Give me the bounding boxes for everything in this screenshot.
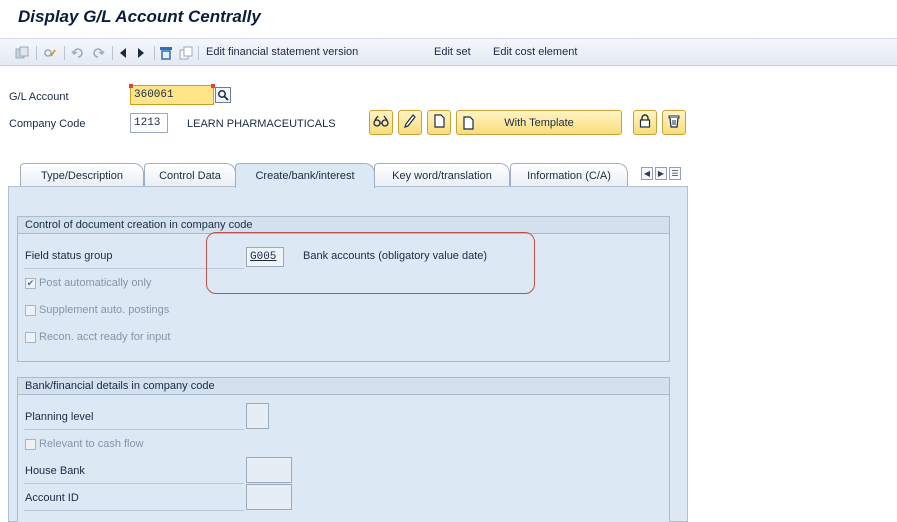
- search-help-icon[interactable]: [215, 87, 231, 103]
- delete-button[interactable]: [662, 110, 686, 135]
- undo-icon[interactable]: [70, 43, 86, 62]
- account-id-label: Account ID: [25, 492, 79, 504]
- display-button[interactable]: [369, 110, 393, 135]
- planning-level-label: Planning level: [25, 411, 94, 423]
- tab-type-description[interactable]: Type/Description: [20, 163, 144, 187]
- glasses-icon: [373, 115, 389, 130]
- next-icon[interactable]: [134, 43, 148, 62]
- company-name: LEARN PHARMACEUTICALS: [187, 118, 336, 130]
- create-icon: [433, 114, 445, 131]
- company-code-label: Company Code: [9, 118, 86, 130]
- title-bar: Display G/L Account Centrally: [0, 0, 897, 34]
- account-id-field[interactable]: [246, 484, 292, 510]
- tabstrip: Type/Description Control Data Create/ban…: [16, 163, 696, 188]
- tab-scroll-left-icon[interactable]: ◀: [641, 167, 653, 180]
- switch-icon[interactable]: [14, 43, 30, 62]
- group-bank-details-title: Bank/financial details in company code: [18, 378, 669, 395]
- row-divider: [24, 483, 244, 484]
- display-change-icon[interactable]: [42, 43, 58, 62]
- application-toolbar: Edit financial statement version Edit se…: [0, 38, 897, 66]
- edit-cost-element-button[interactable]: Edit cost element: [493, 46, 577, 58]
- recon-acct-ready-checkbox[interactable]: Recon. acct ready for input: [25, 331, 170, 343]
- copy-icon[interactable]: [178, 43, 194, 62]
- page-title: Display G/L Account Centrally: [18, 7, 261, 26]
- edit-fs-version-button[interactable]: Edit financial statement version: [206, 46, 358, 58]
- gl-account-field[interactable]: 360061: [129, 84, 215, 105]
- house-bank-field[interactable]: [246, 457, 292, 483]
- trash-icon: [668, 114, 680, 131]
- tab-list-icon[interactable]: ☰: [669, 167, 681, 180]
- with-template-label: With Template: [504, 116, 574, 129]
- lock-icon: [639, 114, 651, 131]
- with-template-button[interactable]: With Template: [456, 110, 622, 135]
- create-icon: [463, 116, 474, 133]
- filter-icon[interactable]: [158, 43, 174, 62]
- relevant-cash-flow-checkbox[interactable]: Relevant to cash flow: [25, 438, 144, 450]
- previous-icon[interactable]: [116, 43, 130, 62]
- redo-icon[interactable]: [90, 43, 106, 62]
- lock-button[interactable]: [633, 110, 657, 135]
- pencil-icon: [404, 114, 416, 131]
- edit-set-button[interactable]: Edit set: [434, 46, 471, 58]
- supplement-auto-postings-checkbox[interactable]: Supplement auto. postings: [25, 304, 169, 316]
- highlight-annotation: [206, 232, 535, 294]
- tab-key-word-translation[interactable]: Key word/translation: [374, 163, 510, 187]
- row-divider: [24, 510, 244, 511]
- post-auto-only-checkbox[interactable]: ✔ Post automatically only: [25, 277, 152, 289]
- row-divider: [24, 429, 244, 430]
- field-status-group-label: Field status group: [25, 250, 113, 262]
- tab-create-bank-interest[interactable]: Create/bank/interest: [235, 163, 375, 188]
- tab-control-data[interactable]: Control Data: [144, 163, 236, 187]
- gl-account-label: G/L Account: [9, 91, 69, 103]
- check-icon: ✔: [25, 277, 36, 289]
- create-button[interactable]: [427, 110, 451, 135]
- planning-level-field[interactable]: [246, 403, 269, 429]
- company-code-field[interactable]: 1213: [130, 113, 168, 133]
- tab-scroll-right-icon[interactable]: ▶: [655, 167, 667, 180]
- change-button[interactable]: [398, 110, 422, 135]
- house-bank-label: House Bank: [25, 465, 85, 477]
- tab-information-ca[interactable]: Information (C/A): [510, 163, 628, 187]
